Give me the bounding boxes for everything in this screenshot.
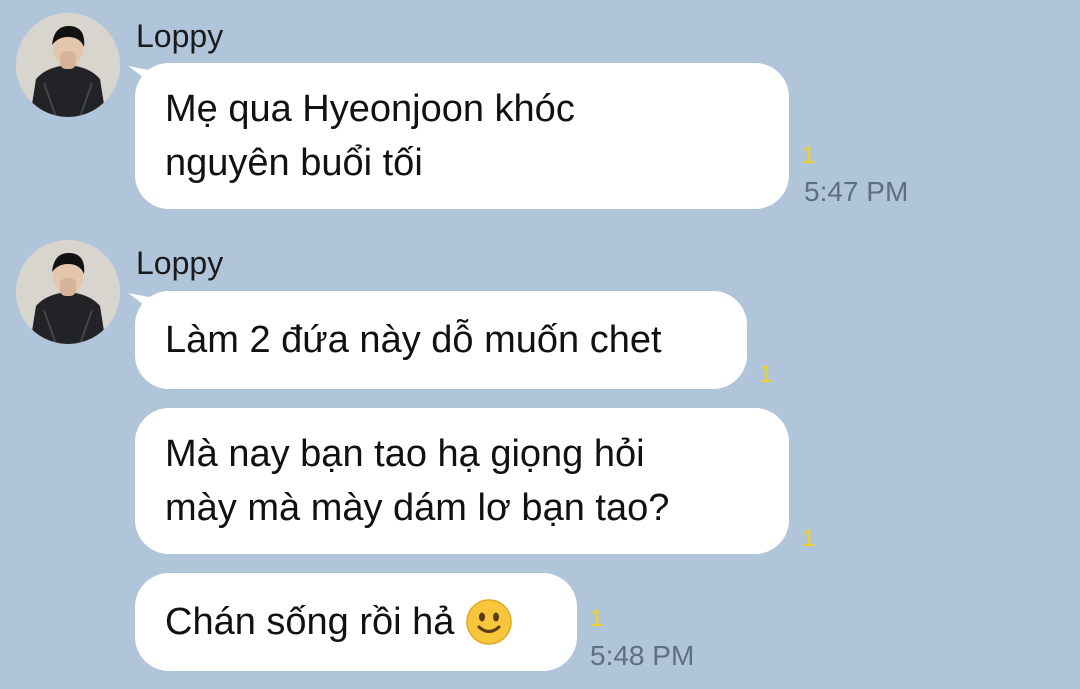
message-bubble[interactable]: Mẹ qua Hyeonjoon khóc nguyên buổi tối <box>135 63 789 209</box>
message-timestamp: 5:48 PM <box>590 640 695 671</box>
slightly-smiling-face-icon <box>466 599 513 645</box>
unread-count: 1 <box>590 605 604 632</box>
unread-count: 1 <box>802 142 816 169</box>
message-text: Mẹ qua Hyeonjoon khóc nguyên buổi tối <box>165 88 575 184</box>
message-timestamp: 5:47 PM <box>804 176 909 207</box>
message-text: Làm 2 đứa này dỗ muốn chet <box>165 319 662 361</box>
sender-name: Loppy <box>136 245 224 281</box>
message-bubble[interactable]: Mà nay bạn tao hạ giọng hỏi mày mà mày d… <box>135 408 789 554</box>
message-text: Mà nay bạn tao hạ giọng hỏi mày mà mày d… <box>165 433 670 529</box>
sender-avatar[interactable] <box>16 13 120 117</box>
avatar-photo-icon <box>16 13 120 117</box>
message-text: Chán sống rồi hả <box>165 601 455 643</box>
message-bubble[interactable]: Chán sống rồi hả <box>135 573 577 671</box>
unread-count: 1 <box>802 525 816 552</box>
message-bubble[interactable]: Làm 2 đứa này dỗ muốn chet <box>135 291 747 389</box>
sender-name: Loppy <box>136 18 224 54</box>
avatar-photo-icon <box>16 240 120 344</box>
sender-avatar[interactable] <box>16 240 120 344</box>
unread-count: 1 <box>759 361 773 388</box>
